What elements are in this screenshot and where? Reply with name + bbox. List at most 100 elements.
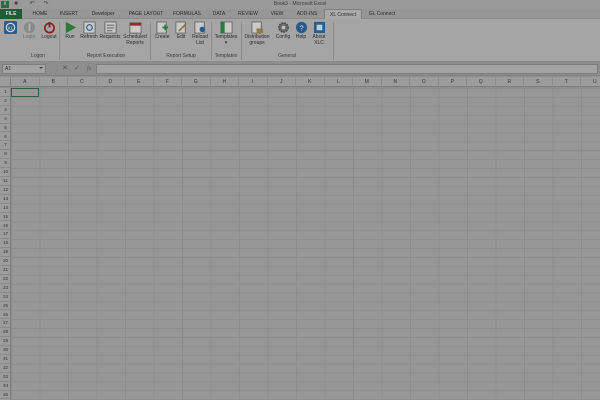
row-header[interactable]: 15	[0, 213, 10, 222]
requests-button[interactable]: Requests	[99, 21, 121, 41]
column-header[interactable]: R	[496, 77, 524, 87]
row-header[interactable]: 6	[0, 133, 10, 142]
row-header[interactable]: 16	[0, 222, 10, 231]
column-header[interactable]: T	[553, 77, 581, 87]
tab-data[interactable]: DATA	[208, 9, 230, 19]
row-header[interactable]: 8	[0, 150, 10, 160]
column-header[interactable]: O	[410, 77, 439, 87]
column-header[interactable]: Q	[467, 77, 496, 87]
row-header[interactable]: 34	[0, 382, 10, 391]
row-header[interactable]: 23	[0, 284, 10, 293]
row-header[interactable]: 30	[0, 346, 10, 355]
formula-input[interactable]	[96, 64, 598, 74]
help-icon: ?	[295, 21, 307, 34]
about-xlc-button[interactable]: About XLC	[308, 21, 330, 46]
gear-icon	[277, 22, 289, 33]
distribution-label-2: groups	[249, 39, 265, 46]
tab-formulas[interactable]: FORMULAS	[170, 9, 204, 19]
row-header[interactable]: 18	[0, 239, 10, 249]
row-header[interactable]: 33	[0, 373, 10, 382]
insert-function-icon[interactable]: fx	[84, 64, 94, 74]
column-header[interactable]: F	[154, 77, 182, 87]
row-header[interactable]: 3	[0, 106, 10, 115]
reload-list-button[interactable]: Reload List	[189, 21, 211, 46]
tab-add-ins[interactable]: ADD-INS	[292, 9, 322, 19]
row-header[interactable]: 31	[0, 355, 10, 364]
tab-review[interactable]: REVIEW	[234, 9, 262, 19]
row-header[interactable]: 21	[0, 266, 10, 275]
row-header[interactable]: 12	[0, 186, 10, 195]
run-label: Run	[65, 34, 75, 40]
row-header[interactable]: 4	[0, 115, 10, 124]
refresh-icon	[83, 21, 95, 34]
row-header[interactable]: 28	[0, 328, 10, 338]
login-button[interactable]: Login	[18, 21, 40, 41]
login-icon	[23, 21, 35, 34]
edit-icon	[175, 21, 187, 34]
column-header[interactable]: C	[68, 77, 97, 87]
row-header[interactable]: 25	[0, 302, 10, 311]
column-header[interactable]: D	[97, 77, 125, 87]
select-all-button[interactable]	[0, 77, 11, 87]
enter-icon[interactable]: ✓	[72, 64, 82, 74]
column-header[interactable]: E	[125, 77, 154, 87]
row-header[interactable]: 24	[0, 293, 10, 302]
row-header[interactable]: 13	[0, 195, 10, 204]
templates-button[interactable]: Templates ▾	[211, 21, 241, 46]
tab-developer[interactable]: Developer	[86, 9, 120, 19]
name-box-dropdown-icon[interactable]	[39, 67, 43, 69]
row-header[interactable]: 32	[0, 364, 10, 373]
row-header[interactable]: 11	[0, 177, 10, 186]
name-box[interactable]: A1	[2, 64, 46, 74]
reload-icon	[194, 21, 205, 34]
column-header[interactable]: G	[182, 77, 211, 87]
column-header[interactable]: B	[40, 77, 68, 87]
refresh-button[interactable]: Refresh	[78, 21, 100, 41]
column-header[interactable]: J	[268, 77, 296, 87]
column-header[interactable]: H	[211, 77, 239, 87]
row-header[interactable]: 14	[0, 204, 10, 213]
row-header[interactable]: 35	[0, 391, 10, 400]
tab-page-layout[interactable]: PAGE LAYOUT	[124, 9, 168, 19]
column-header[interactable]: L	[325, 77, 353, 87]
svg-text:XL: XL	[7, 25, 13, 30]
tab-home[interactable]: HOME	[28, 9, 52, 19]
column-header[interactable]: I	[239, 77, 268, 87]
column-header[interactable]: A	[11, 77, 40, 87]
row-header[interactable]: 17	[0, 230, 10, 240]
column-header[interactable]: K	[296, 77, 325, 87]
cancel-icon[interactable]: ✕	[60, 64, 70, 74]
column-header[interactable]: N	[382, 77, 410, 87]
column-header[interactable]: P	[439, 77, 467, 87]
row-header[interactable]: 2	[0, 97, 10, 106]
row-header[interactable]: 9	[0, 159, 10, 169]
distribution-groups-button[interactable]: Distribution groups	[241, 21, 273, 46]
row-header[interactable]: 5	[0, 124, 10, 133]
logout-button[interactable]: Logout	[38, 21, 60, 41]
column-header[interactable]: U	[581, 77, 600, 87]
row-header[interactable]: 1	[0, 88, 10, 97]
row-header[interactable]: 10	[0, 168, 10, 177]
cell-grid[interactable]	[11, 88, 600, 400]
tab-gl-connect[interactable]: GL Connect	[364, 9, 400, 19]
svg-text:?: ?	[299, 23, 303, 32]
tab-insert[interactable]: INSERT	[56, 9, 82, 19]
templates-group-label: Templates	[214, 53, 238, 59]
row-header[interactable]: 7	[0, 141, 10, 151]
column-header[interactable]: M	[353, 77, 382, 87]
row-headers: 1 2 3 4 5 6 7 8 9 10 11 12 13 14 15 16 17 18 19 20 21 22 23 24 2…	[0, 88, 11, 400]
tab-view[interactable]: VIEW	[266, 9, 288, 19]
active-cell-a1[interactable]	[11, 88, 39, 97]
scheduled-label-2: Reports	[126, 39, 144, 46]
row-header[interactable]: 27	[0, 319, 10, 329]
column-header[interactable]: S	[524, 77, 553, 87]
row-header[interactable]: 19	[0, 248, 10, 258]
tab-file[interactable]: FILE	[0, 9, 22, 19]
scheduled-reports-button[interactable]: Scheduled Reports	[120, 21, 150, 46]
title-bar: x ■ ↶ ↷ Book3 - Microsoft Excel	[0, 0, 600, 9]
row-header[interactable]: 20	[0, 257, 10, 266]
row-header[interactable]: 26	[0, 311, 10, 320]
row-header[interactable]: 22	[0, 275, 10, 284]
reload-label-2: List	[196, 39, 204, 46]
row-header[interactable]: 29	[0, 337, 10, 347]
